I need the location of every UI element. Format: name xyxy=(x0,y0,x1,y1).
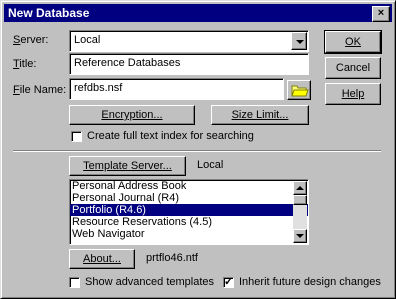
title-input[interactable]: Reference Databases xyxy=(69,53,309,75)
ok-button[interactable]: OK xyxy=(324,30,382,54)
template-server-value: Local xyxy=(197,159,224,171)
show-advanced-templates-label: Show advanced templates xyxy=(85,276,215,288)
list-item-selected[interactable]: Portfolio (R4.6) xyxy=(70,204,308,216)
template-file-name: prtflo46.ntf xyxy=(146,252,198,264)
size-limit-button[interactable]: Size Limit... xyxy=(211,105,309,125)
encryption-button[interactable]: Encryption... xyxy=(69,105,195,125)
server-value: Local xyxy=(74,34,101,46)
help-button[interactable]: Help xyxy=(325,83,381,105)
close-button[interactable]: × xyxy=(372,6,390,22)
template-listbox[interactable]: Personal Address Book Personal Journal (… xyxy=(69,179,309,245)
list-item[interactable]: Resource Reservations (4.5) xyxy=(70,216,308,228)
window-title: New Database xyxy=(8,6,90,20)
inherit-design-label: Inherit future design changes xyxy=(239,276,381,288)
chevron-down-icon xyxy=(296,234,304,238)
server-combobox[interactable]: Local xyxy=(69,30,309,52)
file-name-input[interactable]: refdbs.nsf xyxy=(69,78,284,100)
folder-icon xyxy=(291,85,309,97)
full-text-index-label: Create full text index for searching xyxy=(87,130,254,142)
browse-folder-button[interactable] xyxy=(287,80,311,100)
list-item[interactable]: Personal Journal (R4) xyxy=(70,192,308,204)
server-dropdown-button[interactable] xyxy=(291,32,307,50)
template-list-scrollbar[interactable] xyxy=(293,181,307,243)
template-server-button[interactable]: Template Server... xyxy=(69,156,186,176)
cancel-button[interactable]: Cancel xyxy=(325,57,381,79)
scroll-down-button[interactable] xyxy=(293,229,307,243)
chevron-up-icon xyxy=(296,186,304,190)
checkmark-icon: ✓ xyxy=(224,276,234,288)
new-database-dialog: New Database × Server: Local Title: Refe… xyxy=(0,0,396,299)
title-label: Title: xyxy=(13,58,37,70)
server-label: Server: xyxy=(13,34,49,46)
full-text-index-checkbox[interactable] xyxy=(71,131,82,142)
inherit-design-checkbox[interactable]: ✓ xyxy=(223,277,234,288)
file-name-label: File Name: xyxy=(13,84,67,96)
section-separator xyxy=(13,150,381,152)
scroll-thumb[interactable] xyxy=(293,195,307,205)
list-item[interactable]: Personal Address Book xyxy=(70,180,308,192)
title-bar: New Database × xyxy=(4,4,392,22)
close-icon: × xyxy=(377,7,385,19)
chevron-down-icon xyxy=(296,40,304,44)
list-item[interactable]: Web Navigator xyxy=(70,228,308,240)
about-button[interactable]: About... xyxy=(69,249,135,269)
show-advanced-templates-checkbox[interactable] xyxy=(69,277,80,288)
scroll-up-button[interactable] xyxy=(293,181,307,195)
